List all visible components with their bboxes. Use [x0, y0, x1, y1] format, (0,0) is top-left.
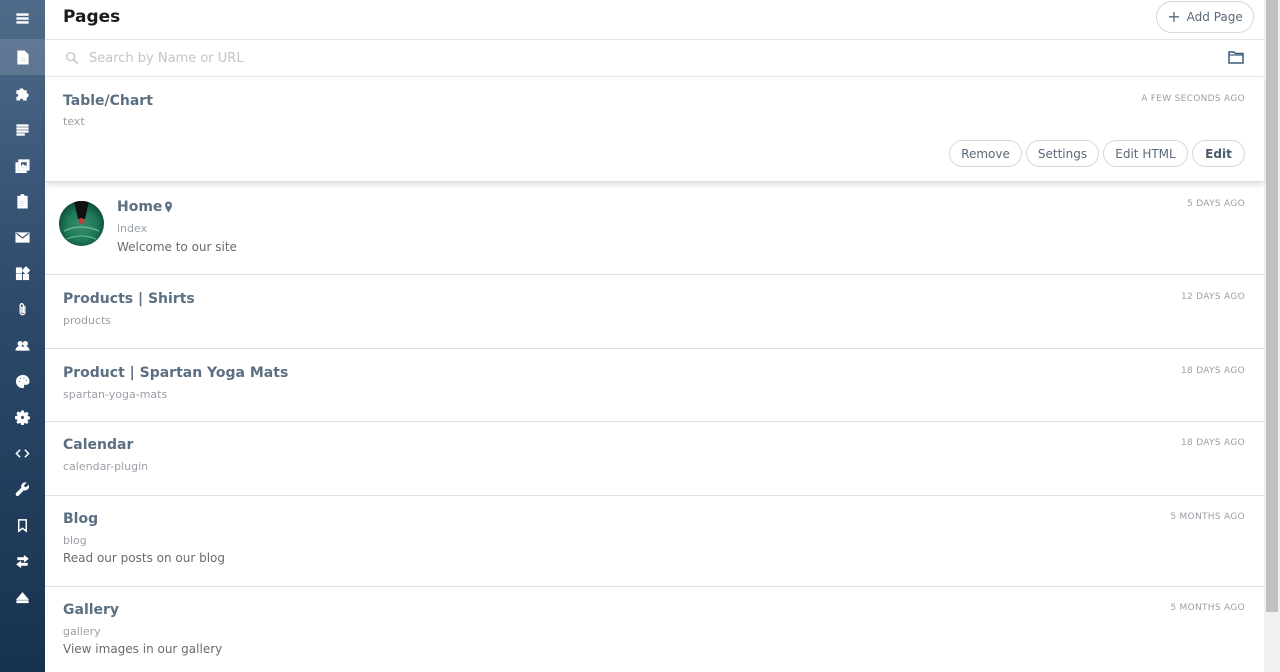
lines-icon — [16, 123, 29, 136]
page-url: calendar-plugin — [63, 460, 149, 473]
page-icon — [17, 49, 29, 65]
edit-button[interactable]: Edit — [1192, 140, 1245, 167]
add-page-button[interactable]: + Add Page — [1156, 1, 1254, 33]
page-title-link[interactable]: Calendar — [63, 437, 133, 453]
page-timestamp: 12 DAYS AGO — [1181, 292, 1245, 302]
palette-icon — [15, 374, 30, 388]
page-title-link[interactable]: Gallery — [63, 602, 119, 618]
scrollbar[interactable] — [1264, 0, 1280, 672]
sidebar-item-pages[interactable] — [0, 39, 45, 75]
code-icon — [15, 448, 30, 458]
search-input[interactable] — [89, 46, 1189, 70]
page-row-calendar[interactable]: Calendar calendar-plugin 18 DAYS AGO — [45, 422, 1264, 496]
scrollbar-thumb[interactable] — [1266, 0, 1278, 612]
page-description: Read our posts on our blog — [63, 551, 226, 565]
page-row-gallery[interactable]: Gallery gallery View images in our galle… — [45, 587, 1264, 672]
search-bar — [45, 40, 1264, 77]
main-content: Pages + Add Page Table/Chart text A FEW … — [45, 0, 1264, 672]
sidebar-item-eject[interactable] — [0, 579, 45, 615]
sidebar-item-forms[interactable] — [0, 183, 45, 219]
clipboard-icon — [17, 193, 28, 209]
page-timestamp: 5 DAYS AGO — [1187, 199, 1245, 209]
settings-button[interactable]: Settings — [1026, 140, 1099, 167]
sidebar-item-users[interactable] — [0, 327, 45, 363]
bookmark-icon — [18, 518, 27, 533]
page-row-spartan-yoga-mats[interactable]: Product | Spartan Yoga Mats spartan-yoga… — [45, 349, 1264, 422]
sidebar-item-menu[interactable] — [0, 0, 45, 36]
page-timestamp: 18 DAYS AGO — [1181, 438, 1245, 448]
users-icon — [15, 340, 30, 351]
page-title-link[interactable]: Table/Chart — [63, 93, 153, 109]
page-url: text — [63, 115, 85, 128]
sidebar-item-code[interactable] — [0, 435, 45, 471]
gear-icon — [15, 409, 30, 425]
remove-button[interactable]: Remove — [949, 140, 1022, 167]
page-timestamp: 18 DAYS AGO — [1181, 366, 1245, 376]
transfer-icon — [16, 554, 29, 568]
page-row-table-chart[interactable]: Table/Chart text A FEW SECONDS AGO Remov… — [45, 77, 1264, 182]
folder-icon[interactable] — [1228, 50, 1244, 64]
sidebar-item-files[interactable] — [0, 291, 45, 327]
page-title-link[interactable]: Home — [117, 199, 162, 215]
widgets-icon — [15, 265, 30, 280]
image-icon — [15, 158, 30, 173]
sidebar-item-plugins[interactable] — [0, 75, 45, 111]
page-url: gallery — [63, 625, 101, 638]
sidebar-item-content[interactable] — [0, 111, 45, 147]
plus-icon: + — [1167, 7, 1181, 26]
page-timestamp: A FEW SECONDS AGO — [1141, 94, 1245, 104]
page-title-link[interactable]: Product | Spartan Yoga Mats — [63, 365, 288, 381]
sidebar-item-tools[interactable] — [0, 471, 45, 507]
sidebar-item-mail[interactable] — [0, 219, 45, 255]
page-url: spartan-yoga-mats — [63, 388, 168, 401]
sidebar-item-widgets[interactable] — [0, 255, 45, 291]
sidebar-item-themes[interactable] — [0, 363, 45, 399]
sidebar-item-settings[interactable] — [0, 399, 45, 435]
edit-html-button[interactable]: Edit HTML — [1103, 140, 1188, 167]
page-url: index — [117, 222, 148, 235]
sidebar — [0, 0, 45, 672]
header-bar: Pages + Add Page — [45, 0, 1264, 40]
page-description: Welcome to our site — [117, 240, 237, 254]
eject-icon — [15, 591, 30, 603]
page-title: Pages — [63, 7, 121, 27]
page-url: blog — [63, 534, 87, 547]
sidebar-item-bookmarks[interactable] — [0, 507, 45, 543]
page-url: products — [63, 314, 112, 327]
wrench-icon — [15, 481, 30, 496]
paperclip-icon — [19, 302, 26, 315]
add-page-label: Add Page — [1186, 10, 1243, 24]
page-timestamp: 5 MONTHS AGO — [1170, 512, 1245, 522]
page-title-link[interactable]: Blog — [63, 511, 98, 527]
home-pin-icon — [165, 201, 172, 213]
page-title-link[interactable]: Products | Shirts — [63, 291, 195, 307]
page-thumbnail — [59, 201, 104, 246]
page-description: View images in our gallery — [63, 642, 223, 656]
menu-icon — [16, 12, 29, 24]
page-row-blog[interactable]: Blog blog Read our posts on our blog 5 M… — [45, 496, 1264, 587]
sidebar-item-transfer[interactable] — [0, 543, 45, 579]
search-icon — [65, 51, 79, 65]
page-timestamp: 5 MONTHS AGO — [1170, 603, 1245, 613]
mail-icon — [15, 231, 30, 243]
page-row-home[interactable]: Home index Welcome to our site 5 DAYS AG… — [45, 182, 1264, 275]
puzzle-icon — [16, 87, 29, 101]
sidebar-item-images[interactable] — [0, 147, 45, 183]
page-row-products-shirts[interactable]: Products | Shirts products 12 DAYS AGO — [45, 275, 1264, 349]
